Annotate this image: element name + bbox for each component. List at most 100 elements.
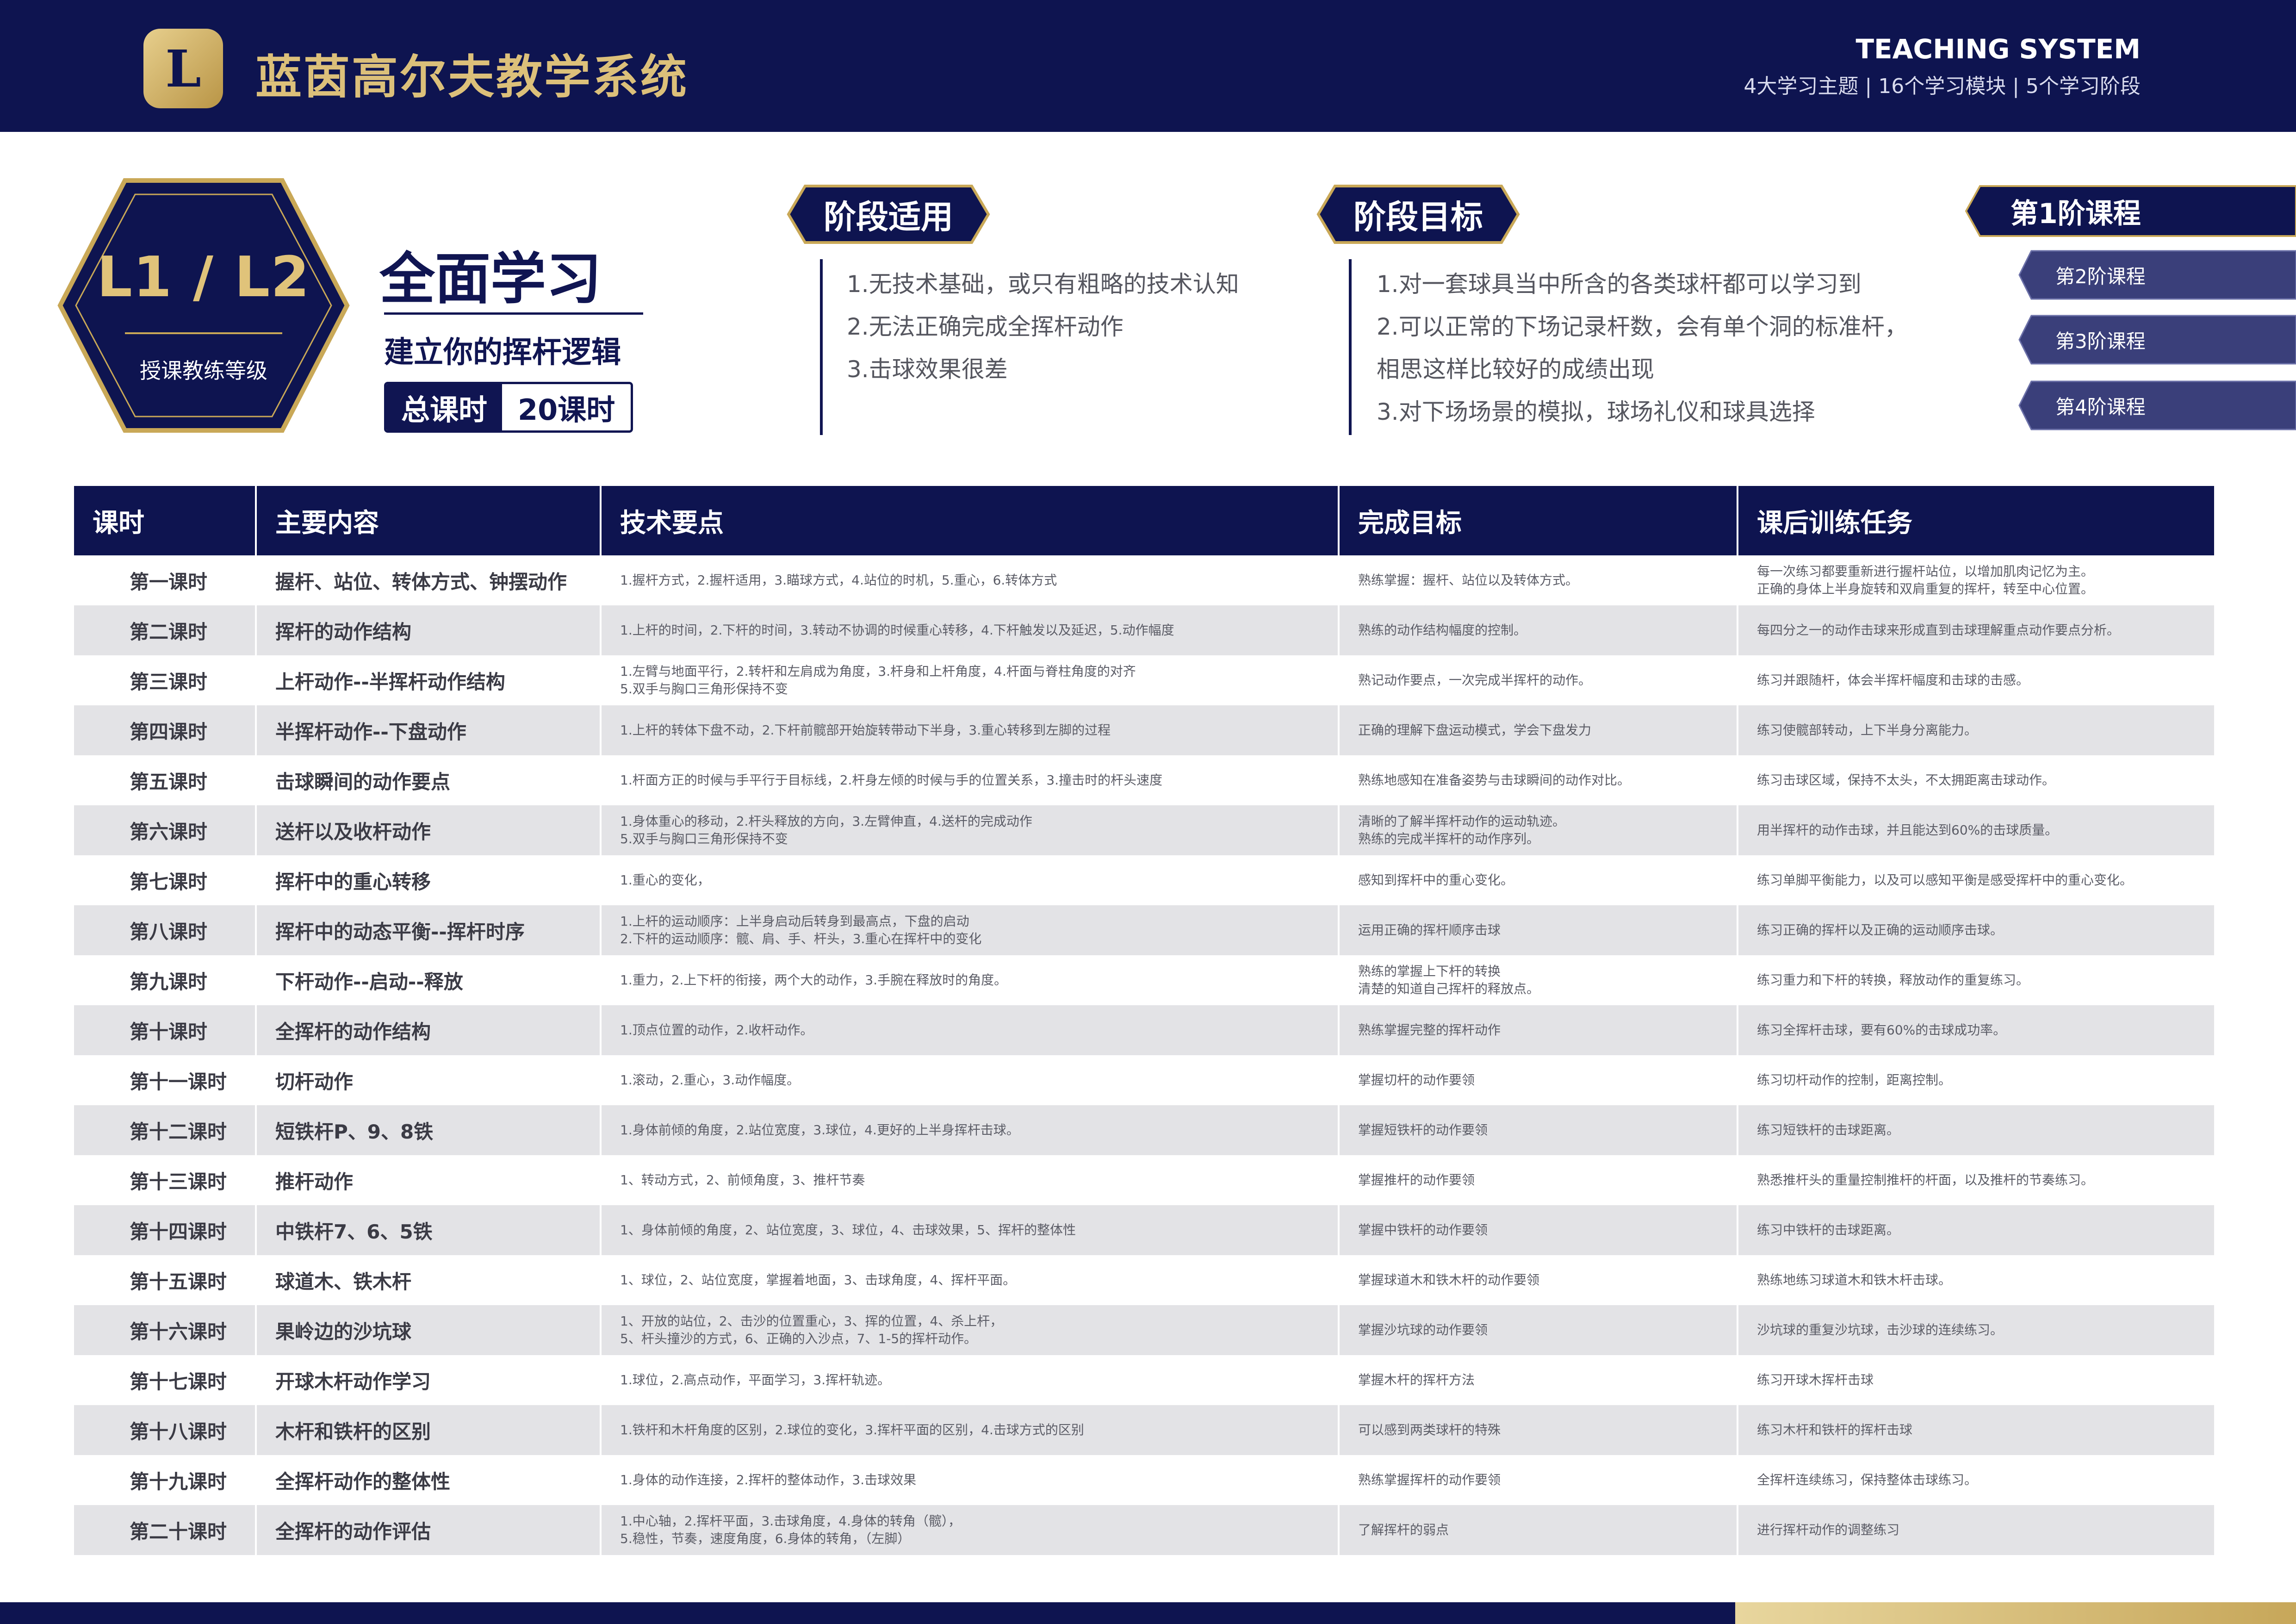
table-row: 第十三课时 推杆动作 1、转动方式，2、前倾角度，3、推杆节奏 掌握推杆的动作要领 熟悉…	[74, 1155, 2214, 1205]
cell-goal: 清晰的了解半挥杆动作的运动轨迹。 熟练的完成半挥杆的动作序列。	[1340, 805, 1738, 855]
cell-content: 切杆动作	[257, 1055, 602, 1105]
cell-homework: 全挥杆连续练习，保持整体击球练习。	[1757, 1472, 1978, 1487]
table-row: 第十课时 全挥杆的动作结构 1.顶点位置的动作，2.收杆动作。 熟练掌握完整的挥杆动作…	[74, 1005, 2214, 1055]
applicable-list: 1.无技术基础，或只有粗略的技术认知 2.无法正确完成全挥杆动作 3.击球效果很…	[847, 263, 1239, 391]
table-row: 第一课时 握杆、站位、转体方式、钟摆动作 1.握杆方式，2.握杆适用，3.瞄球方式，…	[74, 555, 2214, 605]
table-row: 第八课时 挥杆中的动态平衡--挥杆时序 1.上杆的运动顺序：上半身启动后转身到最高点…	[74, 905, 2214, 955]
table-row: 第十六课时 果岭边的沙坑球 1、开放的站位，2、击沙的位置重心，3、挥的位置，4、杀…	[74, 1305, 2214, 1355]
stage-tab-4[interactable]: 第4阶课程	[2017, 380, 2296, 431]
cell-technique: 1.铁杆和木杆角度的区别，2.球位的变化，3.挥杆平面的区别，4.击球方式的区别	[602, 1405, 1340, 1455]
applicable-heading: 阶段适用	[824, 198, 953, 236]
cell-homework: 进行挥杆动作的调整练习	[1757, 1522, 1900, 1537]
cell-lesson: 第十八课时	[74, 1405, 257, 1455]
table-row: 第十四课时 中铁杆7、6、5铁 1、身体前倾的角度，2、站位宽度，3、球位，4、击球…	[74, 1205, 2214, 1255]
cell-technique: 1、身体前倾的角度，2、站位宽度，3、球位，4、击球效果，5、挥杆的整体性	[602, 1205, 1340, 1255]
cell-content: 全挥杆的动作评估	[257, 1505, 602, 1555]
brand-title: 蓝茵高尔夫教学系统	[255, 50, 689, 104]
col-header-lesson: 课时	[74, 486, 257, 555]
level-label: 授课教练等级	[140, 358, 267, 383]
cell-technique: 1.身体前倾的角度，2.站位宽度，3.球位，4.更好的上半身挥杆击球。	[602, 1105, 1340, 1155]
course-title: 全面学习	[379, 247, 602, 311]
cell-technique: 1.重心的变化，	[602, 855, 1340, 905]
total-hours-value: 20课时	[502, 384, 631, 430]
cell-homework: 练习木杆和铁杆的挥杆击球	[1757, 1422, 1913, 1437]
stage-tab-label: 第2阶课程	[2055, 265, 2146, 288]
cell-lesson: 第十四课时	[74, 1205, 257, 1255]
cell-content: 木杆和铁杆的区别	[257, 1405, 602, 1455]
col-header-technique: 技术要点	[602, 486, 1340, 555]
stage-tab-2[interactable]: 第2阶课程	[2017, 249, 2296, 301]
cell-goal: 熟练掌握：握杆、站位以及转体方式。	[1340, 555, 1738, 605]
cell-lesson: 第十课时	[74, 1005, 257, 1055]
cell-content: 送杆以及收杆动作	[257, 805, 602, 855]
table-row: 第十九课时 全挥杆动作的整体性 1.身体的动作连接，2.挥杆的整体动作，3.击球效果…	[74, 1455, 2214, 1505]
cell-homework: 练习短铁杆的击球距离。	[1757, 1122, 1900, 1138]
cell-technique: 1.顶点位置的动作，2.收杆动作。	[602, 1005, 1340, 1055]
cell-technique: 1.杆面方正的时候与手平行于目标线，2.杆身左倾的时候与手的位置关系，3.撞击时…	[602, 755, 1340, 805]
applicable-item: 3.击球效果很差	[847, 356, 1008, 383]
cell-homework: 练习全挥杆击球，要有60%的击球成功率。	[1757, 1022, 2006, 1038]
cell-lesson: 第一课时	[74, 555, 257, 605]
cell-goal: 熟练的掌握上下杆的转换 清楚的知道自己挥杆的释放点。	[1340, 955, 1738, 1005]
cell-content: 全挥杆的动作结构	[257, 1005, 602, 1055]
cell-homework: 练习开球木挥杆击球	[1757, 1372, 1874, 1388]
cell-homework: 每一次练习都要重新进行握杆站位，以增加肌肉记忆为主。 正确的身体上半身旋转和双肩…	[1757, 564, 2094, 597]
cell-lesson: 第十九课时	[74, 1455, 257, 1505]
col-header-content: 主要内容	[257, 486, 602, 555]
cell-content: 半挥杆动作--下盘动作	[257, 705, 602, 755]
cell-content: 下杆动作--启动--释放	[257, 955, 602, 1005]
cell-homework: 用半挥杆的动作击球，并且能达到60%的击球质量。	[1757, 822, 2058, 838]
cell-technique: 1.左臂与地面平行，2.转杆和左肩成为角度，3.杆身和上杆角度，4.杆面与脊柱角…	[602, 655, 1340, 705]
stage-current-tab[interactable]: 第1阶课程	[1964, 184, 2296, 238]
cell-technique: 1.上杆的运动顺序：上半身启动后转身到最高点，下盘的启动 2.下杆的运动顺序：髋…	[602, 905, 1340, 955]
cell-lesson: 第九课时	[74, 955, 257, 1005]
cell-lesson: 第二十课时	[74, 1505, 257, 1555]
system-subtitle: 4大学习主题 | 16个学习模块 | 5个学习阶段	[1744, 75, 2141, 98]
cell-goal: 掌握球道木和铁木杆的动作要领	[1340, 1255, 1738, 1305]
top-header: L 蓝茵高尔夫教学系统 TEACHING SYSTEM 4大学习主题 | 16个…	[0, 0, 2296, 132]
logo-mark: L	[165, 38, 201, 99]
course-subtitle: 建立你的挥杆逻辑	[384, 336, 621, 370]
col-header-goal: 完成目标	[1340, 486, 1738, 555]
cell-technique: 1、开放的站位，2、击沙的位置重心，3、挥的位置，4、杀上杆， 5、杆头撞沙的方…	[602, 1305, 1340, 1355]
cell-homework: 练习并跟随杆，体会半挥杆幅度和击球的击感。	[1757, 672, 2029, 688]
table-row: 第九课时 下杆动作--启动--释放 1.重力，2.上下杆的衔接，两个大的动作，3.手…	[74, 955, 2214, 1005]
goal-item: 2.可以正常的下场记录杆数，会有单个洞的标准杆，	[1377, 313, 1908, 340]
cell-content: 挥杆中的动态平衡--挥杆时序	[257, 905, 602, 955]
stage-tab-label: 第3阶课程	[2055, 330, 2146, 353]
cell-homework: 练习使髋部转动，上下半身分离能力。	[1757, 722, 1978, 738]
cell-technique: 1.身体重心的移动，2.杆头释放的方向，3.左臂伸直，4.送杆的完成动作 5.双…	[602, 805, 1340, 855]
cell-technique: 1.重力，2.上下杆的衔接，两个大的动作，3.手腕在释放时的角度。	[602, 955, 1340, 1005]
goals-heading: 阶段目标	[1353, 198, 1483, 236]
cell-goal: 运用正确的挥杆顺序击球	[1340, 905, 1738, 955]
cell-content: 击球瞬间的动作要点	[257, 755, 602, 805]
cell-content: 全挥杆动作的整体性	[257, 1455, 602, 1505]
system-title: TEACHING SYSTEM	[1855, 33, 2141, 65]
cell-goal: 掌握短铁杆的动作要领	[1340, 1105, 1738, 1155]
cell-goal: 掌握切杆的动作要领	[1340, 1055, 1738, 1105]
goals-heading-badge: 阶段目标	[1316, 184, 1520, 244]
cell-lesson: 第十六课时	[74, 1305, 257, 1355]
table-row: 第六课时 送杆以及收杆动作 1.身体重心的移动，2.杆头释放的方向，3.左臂伸直，4…	[74, 805, 2214, 855]
cell-homework: 熟练地练习球道木和铁木杆击球。	[1757, 1272, 1952, 1288]
col-header-homework: 课后训练任务	[1757, 508, 1912, 538]
cell-goal: 掌握推杆的动作要领	[1340, 1155, 1738, 1205]
table-row: 第三课时 上杆动作--半挥杆动作结构 1.左臂与地面平行，2.转杆和左肩成为角度，3…	[74, 655, 2214, 705]
cell-homework: 练习重力和下杆的转换，释放动作的重复练习。	[1757, 972, 2029, 988]
cell-technique: 1.滚动，2.重心，3.动作幅度。	[602, 1055, 1340, 1105]
cell-homework: 练习中铁杆的击球距离。	[1757, 1222, 1900, 1238]
cell-lesson: 第二课时	[74, 605, 257, 655]
cell-goal: 可以感到两类球杆的特殊	[1340, 1405, 1738, 1455]
goals-rule	[1349, 259, 1352, 435]
goal-item: 1.对一套球具当中所含的各类球杆都可以学习到	[1377, 271, 1862, 298]
cell-technique: 1、转动方式，2、前倾角度，3、推杆节奏	[602, 1155, 1340, 1205]
stage-tab-3[interactable]: 第3阶课程	[2017, 314, 2296, 366]
goals-list: 1.对一套球具当中所含的各类球杆都可以学习到 2.可以正常的下场记录杆数，会有单…	[1377, 263, 1908, 433]
level-badge: L1 / L2 授课教练等级	[56, 176, 352, 435]
cell-homework: 每四分之一的动作击球来形成直到击球理解重点动作要点分析。	[1757, 622, 2120, 638]
cell-goal: 熟练掌握挥杆的动作要领	[1340, 1455, 1738, 1505]
golf-logo-icon: L	[143, 29, 223, 108]
cell-lesson: 第十三课时	[74, 1155, 257, 1205]
lesson-table: 课时 主要内容 技术要点 完成目标 课后训练任务 第一课时 握杆、站位、转体方式、…	[74, 486, 2214, 1555]
cell-content: 球道木、铁木杆	[257, 1255, 602, 1305]
